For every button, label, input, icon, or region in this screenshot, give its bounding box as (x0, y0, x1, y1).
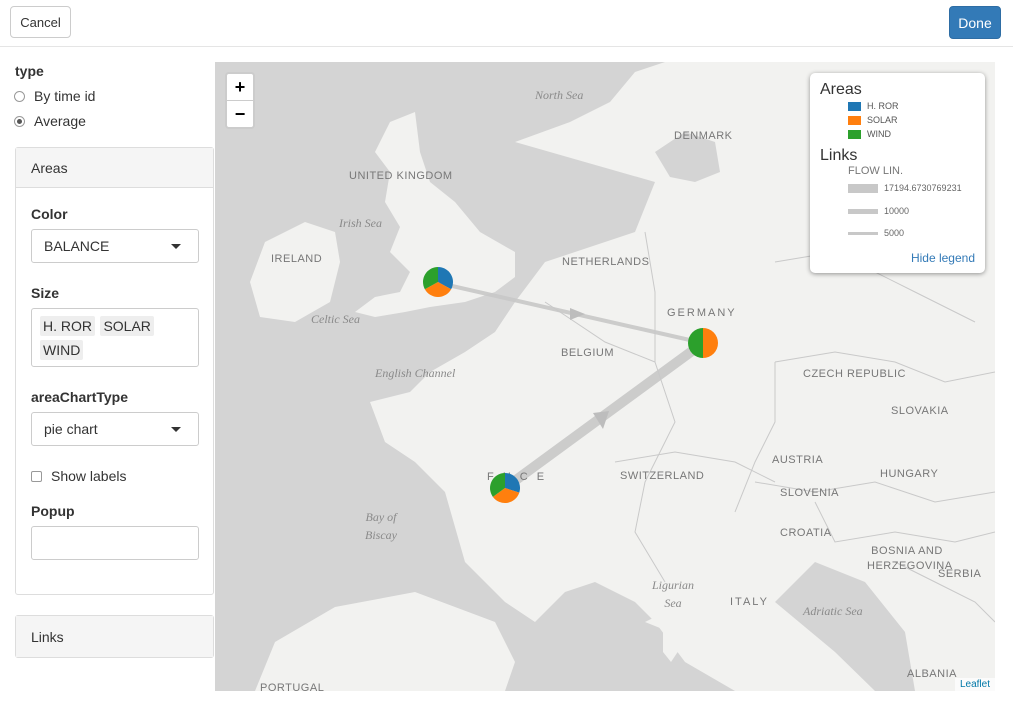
legend-link-bar (848, 183, 878, 193)
legend-link-bar (848, 208, 878, 214)
radio-by-time-id[interactable]: By time id (14, 88, 95, 104)
legend-item-label: SOLAR (867, 115, 898, 125)
size-multiselect[interactable]: H. ROR SOLAR WIND (31, 308, 199, 367)
legend-link-10000: 10000 (848, 206, 909, 216)
links-panel: Links (15, 615, 214, 658)
legend-link-value: 10000 (884, 206, 910, 216)
map-label-germany: GERMANY (667, 307, 737, 319)
map-label-adriatic: Adriatic Sea (803, 604, 863, 618)
map-label-denmark: DENMARK (674, 130, 733, 142)
radio-by-time-id-label: By time id (34, 88, 96, 104)
area-chart-type-value: pie chart (44, 421, 98, 437)
popup-input[interactable] (31, 526, 199, 560)
color-select-value: BALANCE (44, 238, 110, 254)
zoom-in-button[interactable]: + (227, 74, 253, 101)
radio-by-time-id-circle[interactable] (14, 90, 25, 102)
cancel-button[interactable]: Cancel (10, 6, 71, 38)
legend-links-subtitle: FLOW LIN. (848, 165, 904, 177)
color-select[interactable]: BALANCE (31, 229, 199, 263)
map-label-france: F N C E (487, 471, 548, 483)
hide-legend-link[interactable]: Hide legend (911, 251, 975, 265)
show-labels-box[interactable] (31, 470, 42, 482)
type-label: type (15, 63, 44, 79)
size-tag-h-ror[interactable]: H. ROR (40, 316, 95, 336)
map-label-albania: ALBANIA (907, 668, 957, 680)
legend-swatch (848, 101, 861, 111)
legend: Areas H. ROR SOLAR WIND Links FLOW LIN. … (810, 73, 985, 273)
map-label-bay-of-biscay: Bay of Biscay (365, 510, 397, 542)
legend-item-solar: SOLAR (848, 115, 898, 125)
legend-item-label: WIND (867, 129, 891, 139)
map-label-ligurian-sea: Ligurian Sea (651, 578, 694, 610)
radio-average-circle[interactable] (14, 115, 25, 127)
legend-item-label: H. ROR (867, 101, 899, 111)
map-label-czech: CZECH REPUBLIC (803, 368, 906, 380)
chevron-down-icon (171, 427, 181, 432)
map-label-bosnia: BOSNIA AND HERZEGOVINA (867, 545, 953, 572)
map-label-irish-sea: Irish Sea (339, 216, 382, 230)
map-label-croatia: CROATIA (780, 527, 832, 539)
done-button[interactable]: Done (949, 6, 1001, 39)
legend-link-value: 17194.6730769231 (884, 183, 962, 193)
top-bar: Cancel Done (0, 0, 1013, 47)
radio-average[interactable]: Average (14, 113, 86, 129)
leaflet-attribution[interactable]: Leaflet (954, 678, 995, 691)
map-label-slovakia: SLOVAKIA (891, 405, 949, 417)
areas-panel: Areas Color BALANCE Size H. ROR SOLAR WI… (15, 147, 214, 595)
map-label-celtic-sea: Celtic Sea (311, 312, 360, 326)
popup-label: Popup (31, 503, 75, 519)
legend-link-5000: 5000 (848, 228, 904, 238)
legend-swatch (848, 129, 861, 139)
show-labels-label: Show labels (51, 468, 127, 484)
map-label-portugal: PORTUGAL (260, 682, 325, 691)
areas-panel-header[interactable]: Areas (16, 148, 213, 188)
map-label-uk: UNITED KINGDOM (349, 170, 453, 182)
map-label-netherlands: NETHERLANDS (562, 256, 650, 268)
legend-link-value: 5000 (884, 228, 905, 238)
legend-link-bar (848, 231, 878, 235)
map-label-switzerland: SWITZERLAND (620, 470, 705, 482)
legend-swatch (848, 115, 861, 125)
color-label: Color (31, 206, 68, 222)
size-tag-solar[interactable]: SOLAR (100, 316, 154, 336)
map-label-belgium: BELGIUM (561, 347, 615, 359)
size-label: Size (31, 285, 60, 301)
legend-item-h-ror: H. ROR (848, 101, 899, 111)
legend-areas-title: Areas (820, 81, 862, 98)
sidebar: type By time id Average Areas Color BALA… (0, 47, 215, 706)
map-label-ireland: IRELAND (271, 253, 323, 265)
area-chart-type-label: areaChartType (31, 389, 129, 405)
map[interactable]: North Sea DENMARK UNITED KINGDOM Irish S… (215, 62, 995, 691)
legend-item-wind: WIND (848, 129, 891, 139)
radio-average-label: Average (34, 113, 86, 129)
size-tag-wind[interactable]: WIND (40, 340, 84, 360)
map-label-hungary: HUNGARY (880, 468, 939, 480)
map-label-english-channel: English Channel (375, 366, 456, 380)
map-label-serbia: SERBIA (938, 568, 982, 580)
area-chart-type-select[interactable]: pie chart (31, 412, 199, 446)
show-labels-checkbox[interactable]: Show labels (31, 468, 127, 484)
map-label-north-sea: North Sea (535, 88, 584, 102)
zoom-out-button[interactable]: − (227, 101, 253, 127)
links-panel-header[interactable]: Links (16, 616, 213, 657)
map-label-slovenia: SLOVENIA (780, 487, 840, 499)
map-label-italy: ITALY (730, 596, 769, 608)
zoom-control: + − (225, 72, 255, 129)
map-label-austria: AUSTRIA (772, 454, 824, 466)
legend-link-max: 17194.6730769231 (848, 183, 962, 193)
chevron-down-icon (171, 244, 181, 249)
legend-links-title: Links (820, 147, 858, 164)
